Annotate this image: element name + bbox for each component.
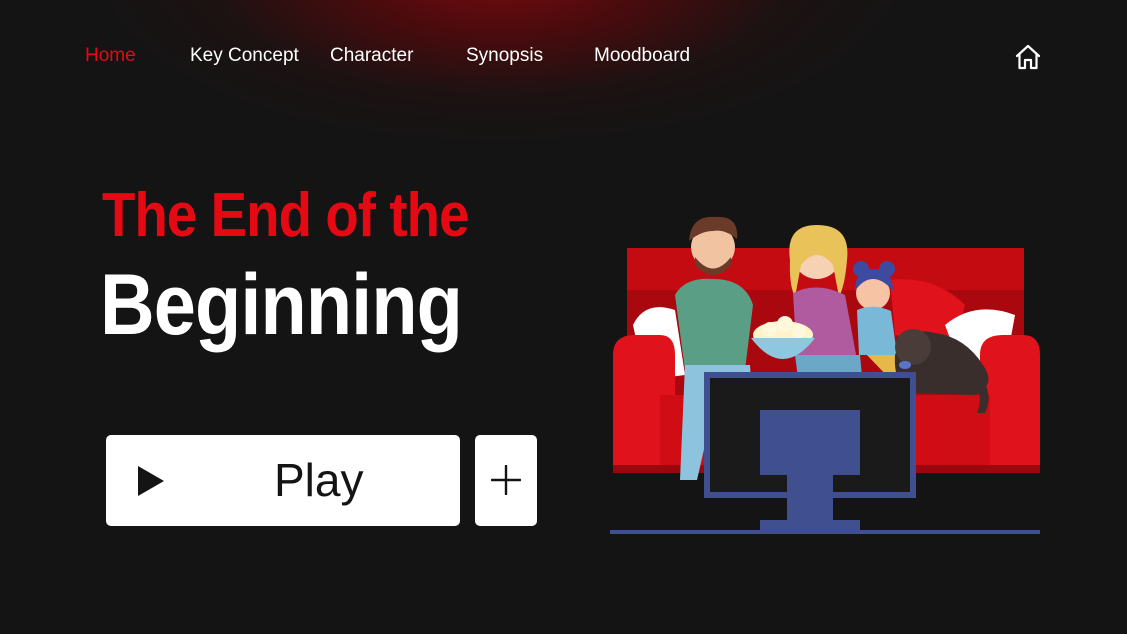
play-button-label: Play [274, 454, 364, 506]
floor-line [610, 530, 1040, 534]
page: Home Key Concept Character Synopsis Mood… [0, 0, 1127, 634]
tv-stand [787, 473, 833, 523]
hero-title-line2: Beginning [100, 257, 463, 353]
play-icon [138, 466, 164, 496]
nav-item-key-concept[interactable]: Key Concept [190, 45, 299, 67]
plus-icon [491, 465, 521, 495]
nav-item-moodboard[interactable]: Moodboard [594, 45, 690, 67]
nav-item-home[interactable]: Home [85, 45, 136, 67]
family-watching-tv-illustration [610, 216, 1040, 534]
home-icon[interactable] [1014, 44, 1042, 70]
play-button[interactable]: Play [106, 435, 460, 526]
nav-item-character[interactable]: Character [330, 45, 413, 67]
nav-item-synopsis[interactable]: Synopsis [466, 45, 543, 67]
girl-shirt [857, 306, 897, 355]
add-to-list-button[interactable] [475, 435, 537, 526]
dad-shirt [675, 278, 753, 370]
hero-title-line1: The End of the [102, 181, 469, 250]
